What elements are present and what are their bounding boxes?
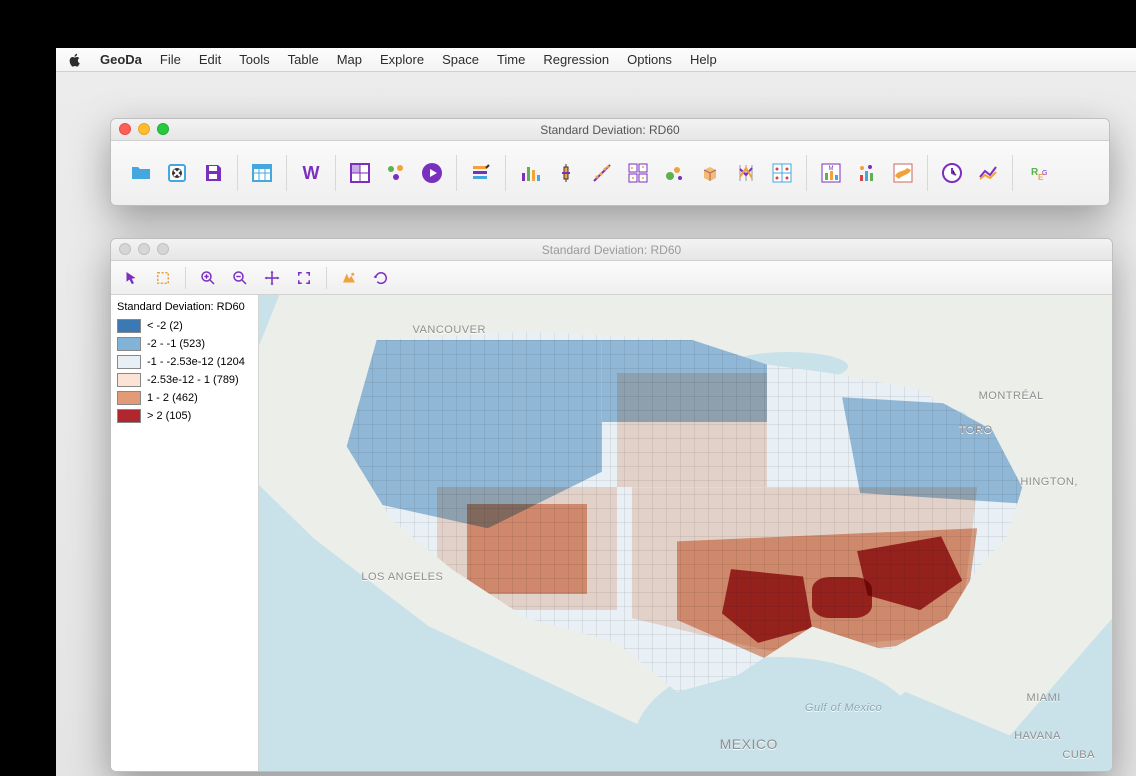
map-canvas[interactable]: VANCOUVER MONTRÉAL TORO HINGTON, LOS ANG… [259,295,1112,771]
menu-file[interactable]: File [160,52,181,67]
toolbar-separator [806,155,807,191]
legend-swatch [117,355,141,369]
legend-label: < -2 (2) [147,320,183,332]
pointer-icon[interactable] [117,265,145,291]
menu-explore[interactable]: Explore [380,52,424,67]
map-window-title: Standard Deviation: RD60 [542,243,681,257]
map-window-titlebar[interactable]: Standard Deviation: RD60 [111,239,1112,261]
menu-map[interactable]: Map [337,52,362,67]
menu-help[interactable]: Help [690,52,717,67]
play-icon[interactable] [414,153,450,193]
legend-panel: Standard Deviation: RD60 < -2 (2) -2 - -1… [111,295,259,771]
legend-title: Standard Deviation: RD60 [111,299,258,317]
lisa-icon[interactable] [849,153,885,193]
weights-manager-icon[interactable]: W [293,153,329,193]
regression-icon[interactable]: REG [1019,153,1055,193]
toolbar-separator [237,155,238,191]
menu-regression[interactable]: Regression [543,52,609,67]
cube3d-icon[interactable] [692,153,728,193]
cluster-icon[interactable] [378,153,414,193]
category-editor-icon[interactable] [463,153,499,193]
label-cuba: CUBA [1062,749,1095,761]
legend-row[interactable]: 1 - 2 (462) [111,389,258,407]
toolbar-window: Standard Deviation: RD60 W M REG [110,118,1110,206]
svg-text:G: G [1042,170,1047,177]
zoom-icon[interactable] [157,123,169,135]
minimize-icon[interactable] [138,123,150,135]
close-icon[interactable] [119,123,131,135]
toolbar-window-titlebar[interactable]: Standard Deviation: RD60 [111,119,1109,141]
conditional-plot-icon[interactable] [764,153,800,193]
legend-swatch [117,391,141,405]
averages-chart-icon[interactable] [970,153,1006,193]
menu-time[interactable]: Time [497,52,525,67]
menu-table[interactable]: Table [288,52,319,67]
svg-text:W: W [303,163,320,183]
legend-swatch [117,337,141,351]
scatter-matrix-icon[interactable] [620,153,656,193]
legend-label: 1 - 2 (462) [147,392,198,404]
scatter-icon[interactable] [584,153,620,193]
close-icon[interactable] [119,243,131,255]
menu-tools[interactable]: Tools [239,52,269,67]
refresh-icon[interactable] [367,265,395,291]
toolbar-window-title: Standard Deviation: RD60 [540,123,679,137]
mac-menubar: GeoDa File Edit Tools Table Map Explore … [56,48,1136,72]
toolbar-separator [185,267,186,289]
legend-row[interactable]: > 2 (105) [111,407,258,425]
minimize-icon[interactable] [138,243,150,255]
legend-label: -2 - -1 (523) [147,338,205,350]
legend-label: > 2 (105) [147,410,191,422]
map-window: Standard Deviation: RD60 Standard Deviat… [110,238,1113,772]
map-toolbar [111,261,1112,295]
main-toolbar: W M REG [111,141,1109,205]
toolbar-separator [286,155,287,191]
full-extent-icon[interactable] [290,265,318,291]
legend-row[interactable]: -2 - -1 (523) [111,335,258,353]
menu-edit[interactable]: Edit [199,52,221,67]
legend-label: -2.53e-12 - 1 (789) [147,374,239,386]
legend-row[interactable]: < -2 (2) [111,317,258,335]
toolbar-separator [505,155,506,191]
toolbar-separator [927,155,928,191]
zoom-out-icon[interactable] [226,265,254,291]
table-icon[interactable] [244,153,280,193]
clock-icon[interactable] [934,153,970,193]
select-rect-icon[interactable] [149,265,177,291]
pan-icon[interactable] [258,265,286,291]
boxplot-icon[interactable] [548,153,584,193]
apple-menu-icon[interactable] [68,53,82,67]
menu-options[interactable]: Options [627,52,672,67]
legend-row[interactable]: -2.53e-12 - 1 (789) [111,371,258,389]
cartogram-icon[interactable] [885,153,921,193]
toolbar-separator [456,155,457,191]
legend-label: -1 - -2.53e-12 (1204 [147,356,245,368]
toolbar-separator [335,155,336,191]
toolbar-separator [1012,155,1013,191]
legend-swatch [117,409,141,423]
toolbar-separator [326,267,327,289]
basemap-icon[interactable] [335,265,363,291]
save-icon[interactable] [195,153,231,193]
moran-icon[interactable]: M [813,153,849,193]
legend-swatch [117,373,141,387]
map-icon[interactable] [342,153,378,193]
legend-row[interactable]: -1 - -2.53e-12 (1204 [111,353,258,371]
pcp-icon[interactable] [728,153,764,193]
legend-swatch [117,319,141,333]
menu-space[interactable]: Space [442,52,479,67]
close-project-icon[interactable] [159,153,195,193]
histogram-icon[interactable] [512,153,548,193]
zoom-in-icon[interactable] [194,265,222,291]
zoom-icon[interactable] [157,243,169,255]
bubble-icon[interactable] [656,153,692,193]
label-havana: HAVANA [1014,730,1061,742]
open-folder-icon[interactable] [123,153,159,193]
app-name[interactable]: GeoDa [100,52,142,67]
